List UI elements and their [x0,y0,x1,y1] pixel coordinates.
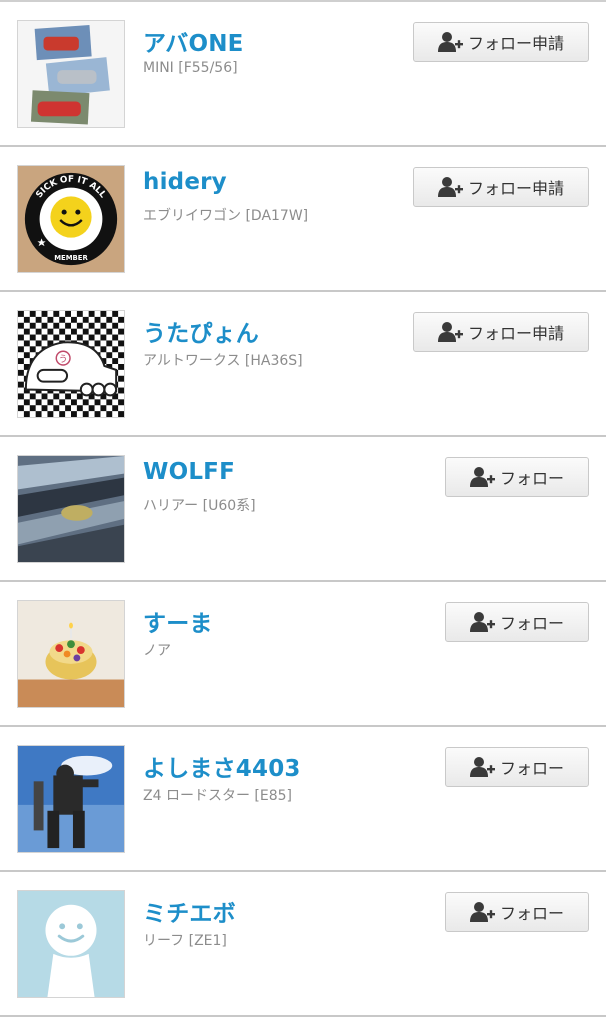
follow-request-button[interactable]: フォロー申請 [413,167,589,207]
car-model: ノア [143,643,171,659]
user-name[interactable]: ミチエボ [143,894,236,928]
list-item[interactable]: ミチエボ リーフ [ZE1] フォロー [0,872,606,1017]
avatar[interactable] [17,600,125,708]
avatar[interactable] [17,890,125,998]
avatar[interactable] [17,455,125,563]
follow-request-button[interactable]: フォロー申請 [413,22,589,62]
list-item[interactable]: すーま ノア フォロー [0,582,606,727]
car-model: エブリイワゴン [DA17W] [143,208,309,224]
follow-button[interactable]: フォロー [445,602,589,642]
person-add-icon [437,32,463,52]
car-model: ハリアー [U60系] [143,498,256,514]
user-name[interactable]: WOLFF [143,459,235,485]
follow-button-label: フォロー申請 [467,34,564,53]
car-model: Z4 ロードスター [E85] [143,788,292,804]
car-model: MINI [F55/56] [143,60,238,76]
follow-button[interactable]: フォロー [445,457,589,497]
car-model: アルトワークス [HA36S] [143,353,303,369]
user-name[interactable]: すーま [143,604,213,638]
avatar[interactable] [17,745,125,853]
person-add-icon [437,322,463,342]
user-name[interactable]: アバONE [143,24,244,58]
avatar[interactable] [17,20,125,128]
list-item[interactable]: MEMBER SICK OF IT ALL hidery エブリイワゴン [DA… [0,147,606,292]
follow-button[interactable]: フォロー [445,747,589,787]
person-add-icon [469,902,495,922]
follow-button-label: フォロー [499,614,564,633]
list-item[interactable]: アバONE MINI [F55/56] フォロー申請 [0,2,606,147]
follow-button-label: フォロー [499,904,564,923]
person-add-icon [437,177,463,197]
follow-button-label: フォロー申請 [467,324,564,343]
car-model: リーフ [ZE1] [143,933,227,949]
svg-text:う: う [59,354,68,365]
person-add-icon [469,467,495,487]
follow-button-label: フォロー [499,759,564,778]
user-name[interactable]: うたぴょん [143,314,259,348]
badge-text: MEMBER [54,254,88,262]
list-item[interactable]: う うたぴょん アルトワークス [HA36S] フォロー申請 [0,292,606,437]
list-item[interactable]: よしまさ4403 Z4 ロードスター [E85] フォロー [0,727,606,872]
follow-button-label: フォロー申請 [467,179,564,198]
person-add-icon [469,757,495,777]
follow-request-button[interactable]: フォロー申請 [413,312,589,352]
list-item[interactable]: WOLFF ハリアー [U60系] フォロー [0,437,606,582]
follow-button-label: フォロー [499,469,564,488]
user-name[interactable]: よしまさ4403 [143,749,301,783]
follower-list: アバONE MINI [F55/56] フォロー申請 MEMBER SICK O… [0,0,606,1024]
avatar[interactable]: MEMBER SICK OF IT ALL [17,165,125,273]
user-name[interactable]: hidery [143,169,227,195]
avatar[interactable]: う [17,310,125,418]
person-add-icon [469,612,495,632]
follow-button[interactable]: フォロー [445,892,589,932]
